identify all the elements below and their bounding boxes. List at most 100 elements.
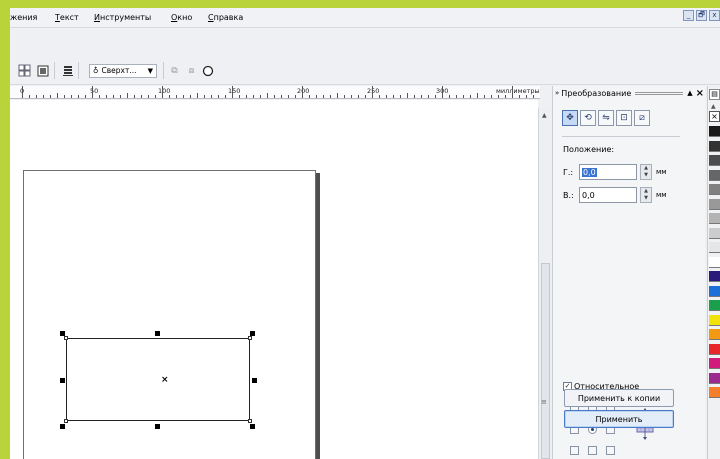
v-label: В.: (563, 190, 574, 200)
skew-tab-icon[interactable]: ⧄ (634, 110, 650, 126)
selected-rectangle[interactable] (66, 338, 250, 421)
ruler-tick (71, 95, 72, 98)
ruler-tick (498, 95, 499, 98)
corner-node[interactable] (248, 336, 252, 340)
selection-handle[interactable] (60, 331, 65, 336)
color-swatch[interactable] (709, 184, 720, 195)
circle-icon[interactable] (201, 64, 214, 77)
ruler-tick (288, 95, 289, 98)
selection-handle[interactable] (60, 424, 65, 429)
ruler-tick (148, 95, 149, 98)
align-icon[interactable] (36, 64, 49, 77)
ruler-tick (64, 95, 65, 98)
selection-handle[interactable] (250, 331, 255, 336)
menu-tools[interactable]: Инструменты (94, 13, 151, 22)
scale-mirror-tab-icon[interactable]: ⇋ (598, 110, 614, 126)
docker-expand-icon[interactable]: » (555, 89, 559, 97)
anchor-bottom-right[interactable] (606, 446, 615, 455)
layer-icon[interactable] (61, 64, 74, 77)
color-swatch[interactable] (709, 198, 720, 210)
color-swatch[interactable] (709, 126, 720, 137)
color-swatch[interactable] (709, 314, 720, 326)
docker-grip (635, 91, 684, 95)
selection-handle[interactable] (250, 424, 255, 429)
color-swatch[interactable] (709, 256, 720, 268)
ruler-tick (267, 93, 268, 98)
apply-to-duplicate-button[interactable]: Применить к копии (564, 389, 674, 407)
apply-button[interactable]: Применить (564, 410, 674, 428)
anchor-bottom-center[interactable] (588, 446, 597, 455)
close-icon[interactable]: x (709, 10, 720, 21)
corner-node[interactable] (64, 419, 68, 423)
color-swatch[interactable] (709, 329, 720, 340)
color-swatch[interactable] (709, 227, 720, 239)
color-swatch[interactable] (709, 372, 720, 384)
color-swatch[interactable] (709, 155, 720, 166)
ruler-tick (218, 95, 219, 98)
drawing-canvas[interactable]: × (10, 100, 538, 459)
ruler-tick (470, 95, 471, 98)
scroll-grip-icon: ≡ (541, 398, 547, 406)
toolbar-separator (163, 62, 164, 79)
center-marker-icon[interactable]: × (161, 375, 169, 385)
ruler-tick (414, 95, 415, 98)
v-value: 0,0 (582, 190, 595, 200)
selection-handle[interactable] (155, 424, 160, 429)
color-swatch[interactable] (709, 285, 720, 297)
trim-icon[interactable]: ⧈ (185, 64, 198, 77)
color-swatch[interactable] (709, 242, 720, 253)
palette-scroll-up-icon[interactable]: ▲ (711, 103, 716, 110)
color-swatch[interactable] (709, 300, 720, 311)
rotate-tab-icon[interactable]: ⟲ (580, 110, 596, 126)
restore-icon[interactable]: 🗗 (696, 10, 707, 21)
docker-close-icon[interactable]: × (696, 88, 704, 99)
order-dropdown[interactable]: ♁ Сверхт... ▼ (89, 64, 157, 78)
minimize-icon[interactable]: _ (683, 10, 694, 21)
ruler-tick (204, 95, 205, 98)
ruler-tick (463, 95, 464, 98)
color-swatch[interactable] (709, 213, 720, 224)
color-swatch[interactable] (709, 343, 720, 355)
corner-node[interactable] (64, 336, 68, 340)
ruler-tick (484, 95, 485, 98)
selection-handle[interactable] (252, 378, 257, 383)
window-controls: _ 🗗 x (683, 10, 720, 21)
docker-header[interactable]: » Преобразование ▲ × (553, 86, 706, 100)
menu-text[interactable]: Текст (55, 13, 79, 22)
docker-divider (562, 136, 680, 137)
ruler-tick (78, 95, 79, 98)
ruler-tick (197, 93, 198, 98)
v-spinner[interactable]: ▲ ▼ (640, 187, 652, 203)
v-position-input[interactable]: 0,0 (579, 187, 637, 203)
selection-handle[interactable] (60, 378, 65, 383)
ruler-tick (253, 95, 254, 98)
no-color-swatch[interactable]: × (709, 111, 720, 122)
h-position-input[interactable]: 0,0 (579, 164, 637, 180)
horizontal-ruler[interactable]: 0 50 100 150 200 250 300 миллиметры (10, 86, 540, 99)
color-swatch[interactable] (709, 140, 720, 152)
weld-icon[interactable]: ⧉ (168, 64, 181, 77)
menu-arrange[interactable]: жения (10, 13, 37, 22)
h-spinner[interactable]: ▲ ▼ (640, 164, 652, 180)
ruler-tick (225, 95, 226, 98)
color-swatch[interactable] (709, 271, 720, 282)
docker-collapse-icon[interactable]: ▲ (687, 89, 692, 97)
selection-handle[interactable] (155, 331, 160, 336)
vertical-scrollbar[interactable]: ▲ ≡ (538, 108, 552, 459)
ruler-tick (365, 95, 366, 98)
color-swatch[interactable] (709, 387, 720, 398)
ruler-tick (239, 95, 240, 98)
color-swatch[interactable] (709, 169, 720, 181)
palette-options-icon[interactable]: ▤ (709, 89, 720, 100)
spinner-arrows-icon[interactable] (18, 64, 31, 77)
scroll-up-icon[interactable]: ▲ (542, 112, 547, 119)
corner-node[interactable] (248, 419, 252, 423)
scroll-thumb[interactable] (541, 263, 550, 459)
menu-window[interactable]: Окно (171, 13, 192, 22)
color-swatch[interactable] (709, 358, 720, 369)
ruler-tick (449, 95, 450, 98)
anchor-bottom-left[interactable] (570, 446, 579, 455)
size-tab-icon[interactable]: ⊡ (616, 110, 632, 126)
position-tab-icon[interactable]: ✥ (562, 110, 578, 126)
menu-help[interactable]: Справка (208, 13, 243, 22)
